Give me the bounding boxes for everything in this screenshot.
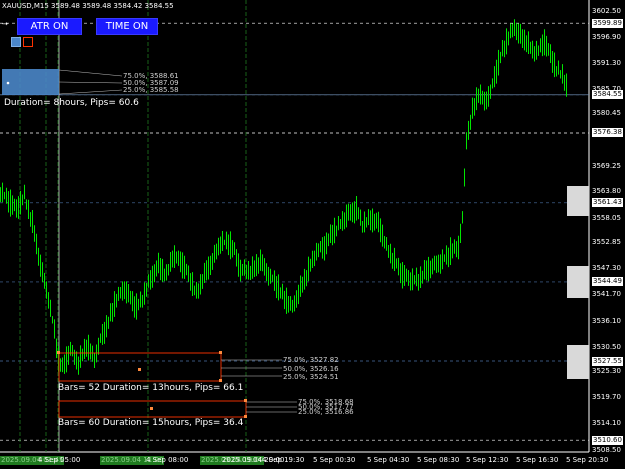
mid-box-handle-tl: [57, 351, 60, 354]
time-label-5: 4 Sep 08:00: [146, 456, 189, 464]
low-box-handle-br: [244, 415, 247, 418]
price-label-7: 3569.25: [592, 161, 621, 170]
low-box-info: Bars= 60 Duration= 15hours, Pips= 36.4: [58, 418, 244, 428]
low-fib-25: 25.0%, 3516.86: [298, 408, 354, 416]
price-label-8: 3563.80: [592, 187, 621, 196]
price-label-12: 3547.30: [592, 264, 621, 273]
price-label-18: 3525.30: [592, 367, 621, 376]
price-label-16: 3530.50: [592, 342, 621, 351]
price-label-3: 3591.30: [592, 58, 621, 67]
time-label-7: 5 Sep 00:30: [313, 456, 356, 464]
price-tag-block-0: [567, 186, 589, 216]
price-label-20: 3514.10: [592, 419, 621, 428]
atr-toggle-button[interactable]: ATR ON: [17, 18, 82, 35]
time-label-10: 5 Sep 12:30: [466, 456, 509, 464]
mid-box-handle-br: [219, 379, 222, 382]
symbol-header: XAUUSD,M15 3589.48 3589.48 3584.42 3584.…: [2, 2, 174, 10]
atr-connector-2: [58, 81, 123, 84]
mid-box-center-marker: [138, 368, 141, 371]
mid-box-handle-tr: [219, 351, 222, 354]
low-box-center-marker: [150, 407, 153, 410]
mid-fib-75: 75.0%, 3527.82: [283, 356, 339, 364]
price-label-22: 3508.50: [592, 445, 621, 454]
price-label-11: 3552.85: [592, 238, 621, 247]
price-label-15: 3536.10: [592, 316, 621, 325]
price-label-2: 3596.90: [592, 32, 621, 41]
atr-box-dot: [6, 81, 10, 85]
low-box-handle-tr: [244, 399, 247, 402]
price-label-19: 3519.70: [592, 393, 621, 402]
price-label-21: 3510.60: [592, 435, 623, 445]
atr-connector-1: [58, 69, 123, 77]
price-label-9: 3561.43: [592, 198, 623, 208]
price-label-6: 3576.38: [592, 128, 623, 138]
price-label-13: 3544.49: [592, 277, 623, 287]
time-label-9: 5 Sep 08:30: [417, 456, 460, 464]
time-label-4: 4 Sep 05:00: [38, 456, 81, 464]
current-price-tag: 3584.55: [592, 90, 623, 100]
price-label-0: 3602.50: [592, 6, 621, 15]
time-label-12: 5 Sep 20:30: [566, 456, 609, 464]
time-toggle-button[interactable]: TIME ON: [96, 18, 158, 35]
orange-square-icon[interactable]: [23, 37, 33, 47]
mt4-chart-window: { "header": { "symbol_line": "XAUUSD,M15…: [0, 0, 625, 469]
time-label-8: 5 Sep 04:30: [367, 456, 410, 464]
mid-range-box: [58, 352, 222, 382]
price-label-14: 3541.70: [592, 290, 621, 299]
arrow-marker-top: →: [2, 20, 8, 28]
time-label-11: 5 Sep 16:30: [516, 456, 559, 464]
mid-box-info: Bars= 52 Duration= 13hours, Pips= 66.1: [58, 383, 244, 393]
mid-fib-25: 25.0%, 3524.51: [283, 373, 339, 381]
atr-blue-box: [2, 69, 59, 95]
price-label-17: 3527.55: [592, 356, 623, 366]
price-tag-block-2: [567, 345, 589, 379]
time-label-6: 4 Sep 19:30: [262, 456, 305, 464]
price-label-10: 3558.05: [592, 214, 621, 223]
price-tag-block-1: [567, 266, 589, 298]
price-label-1: 3599.89: [592, 18, 623, 28]
mid-fib-50: 50.0%, 3526.16: [283, 365, 339, 373]
atr-duration-info: Duration= 8hours, Pips= 60.6: [4, 98, 139, 108]
blue-square-icon[interactable]: [11, 37, 21, 47]
atr-connector-3: [58, 89, 123, 95]
atr-fib-25: 25.0%, 3585.58: [123, 86, 179, 94]
price-label-5: 3580.45: [592, 109, 621, 118]
